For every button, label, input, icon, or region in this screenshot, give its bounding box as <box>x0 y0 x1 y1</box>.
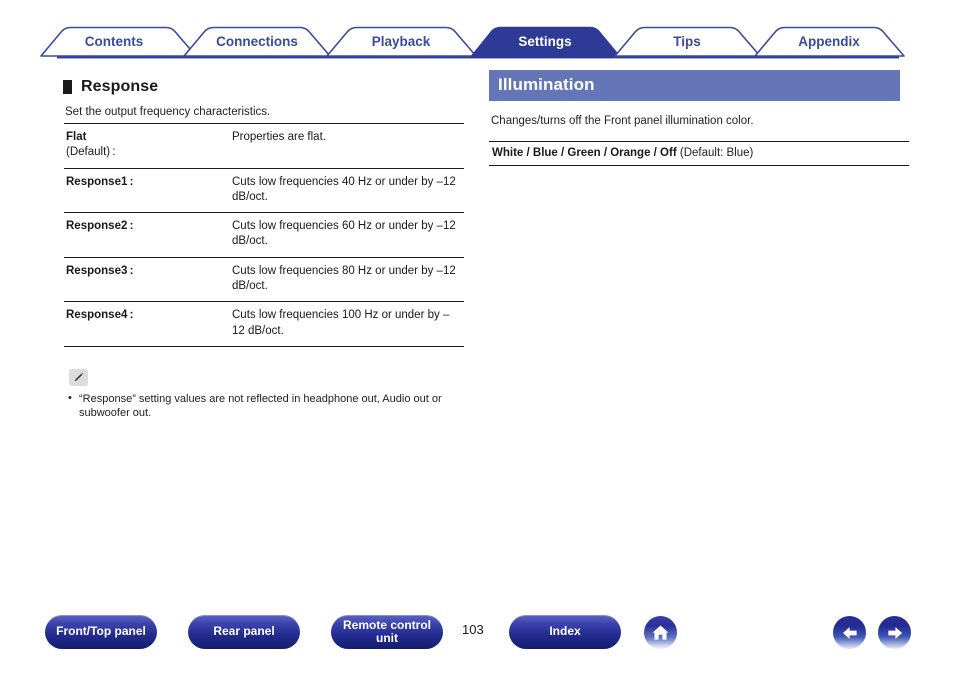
tab-label: Appendix <box>798 34 860 49</box>
page-number: 103 <box>462 622 484 637</box>
pencil-icon-glyph <box>74 372 84 382</box>
table-cell-value: Cuts low frequencies 40 Hz or under by –… <box>229 168 464 214</box>
table-cell-key: Response4 : <box>64 301 229 347</box>
table-cell-key: Response2 : <box>64 212 229 258</box>
table-cell-key: Flat (Default) : <box>64 123 229 169</box>
tab-settings[interactable]: Settings <box>470 26 621 58</box>
illumination-description: Changes/turns off the Front panel illumi… <box>491 115 754 127</box>
table-row: Response3 : Cuts low frequencies 80 Hz o… <box>64 257 464 303</box>
right-column: Illumination Changes/turns off the Front… <box>489 70 909 166</box>
arrow-left-icon <box>842 626 857 639</box>
arrow-right-icon <box>887 626 902 639</box>
response-intro-text: Set the output frequency characteristics… <box>65 106 271 118</box>
list-item: “Response” setting values are not reflec… <box>64 391 464 421</box>
front-top-panel-button[interactable]: Front/Top panel <box>45 615 157 649</box>
option-default-marker: (Default) : <box>66 146 116 159</box>
tab-connections[interactable]: Connections <box>183 26 331 57</box>
table-cell-value: Cuts low frequencies 80 Hz or under by –… <box>229 257 464 303</box>
tab-label: Connections <box>216 34 298 49</box>
button-label: Index <box>549 624 581 639</box>
tab-tips[interactable]: Tips <box>614 26 761 57</box>
index-button[interactable]: Index <box>509 615 621 649</box>
note-block: “Response” setting values are not reflec… <box>64 368 464 421</box>
rear-panel-button[interactable]: Rear panel <box>188 615 300 649</box>
tab-playback[interactable]: Playback <box>326 26 477 57</box>
option-name: Flat <box>66 131 87 143</box>
response-options-table: Flat (Default) : Properties are flat. Re… <box>64 123 464 347</box>
footer-navigation: Front/Top panel Rear panel Remote contro… <box>0 598 954 673</box>
table-row: Flat (Default) : Properties are flat. <box>64 123 464 169</box>
tab-appendix[interactable]: Appendix <box>754 26 905 57</box>
next-page-button[interactable] <box>878 616 911 649</box>
table-row: Response4 : Cuts low frequencies 100 Hz … <box>64 301 464 347</box>
button-label: Rear panel <box>213 624 275 639</box>
table-row: Response1 : Cuts low frequencies 40 Hz o… <box>64 168 464 214</box>
black-square-bullet-icon <box>63 80 72 94</box>
tab-label: Tips <box>673 34 701 49</box>
table-cell-key: Response3 : <box>64 257 229 303</box>
tab-bar-graphics: Contents Connections Playback Settings T… <box>40 26 905 59</box>
tab-label: Playback <box>372 34 431 49</box>
tab-bar: Contents Connections Playback Settings T… <box>0 0 954 62</box>
home-button[interactable] <box>644 616 677 649</box>
table-cell-key: Response1 : <box>64 168 229 214</box>
page-title: Response <box>81 78 159 95</box>
tab-contents[interactable]: Contents <box>40 26 197 57</box>
button-label: Front/Top panel <box>56 624 146 639</box>
table-cell-value: Cuts low frequencies 60 Hz or under by –… <box>229 212 464 258</box>
table-row: Response2 : Cuts low frequencies 60 Hz o… <box>64 212 464 258</box>
section-heading-response: Response <box>63 78 468 96</box>
button-label: Remote control unit <box>342 617 431 645</box>
left-column: Response Set the output frequency charac… <box>63 70 468 421</box>
illumination-values-row: White / Blue / Green / Orange / Off (Def… <box>489 141 909 166</box>
tab-label: Contents <box>85 34 144 49</box>
illumination-default: (Default: Blue) <box>679 147 754 159</box>
illumination-value-list: White / Blue / Green / Orange / Off <box>492 147 677 159</box>
remote-control-unit-button[interactable]: Remote control unit <box>331 615 443 649</box>
section-heading-illumination: Illumination <box>489 70 900 101</box>
table-cell-value: Properties are flat. <box>229 123 464 169</box>
note-list: “Response” setting values are not reflec… <box>64 391 464 421</box>
home-icon <box>652 625 669 640</box>
tab-label: Settings <box>518 34 571 49</box>
table-cell-value: Cuts low frequencies 100 Hz or under by … <box>229 301 464 347</box>
pencil-icon <box>69 368 88 386</box>
previous-page-button[interactable] <box>833 616 866 649</box>
